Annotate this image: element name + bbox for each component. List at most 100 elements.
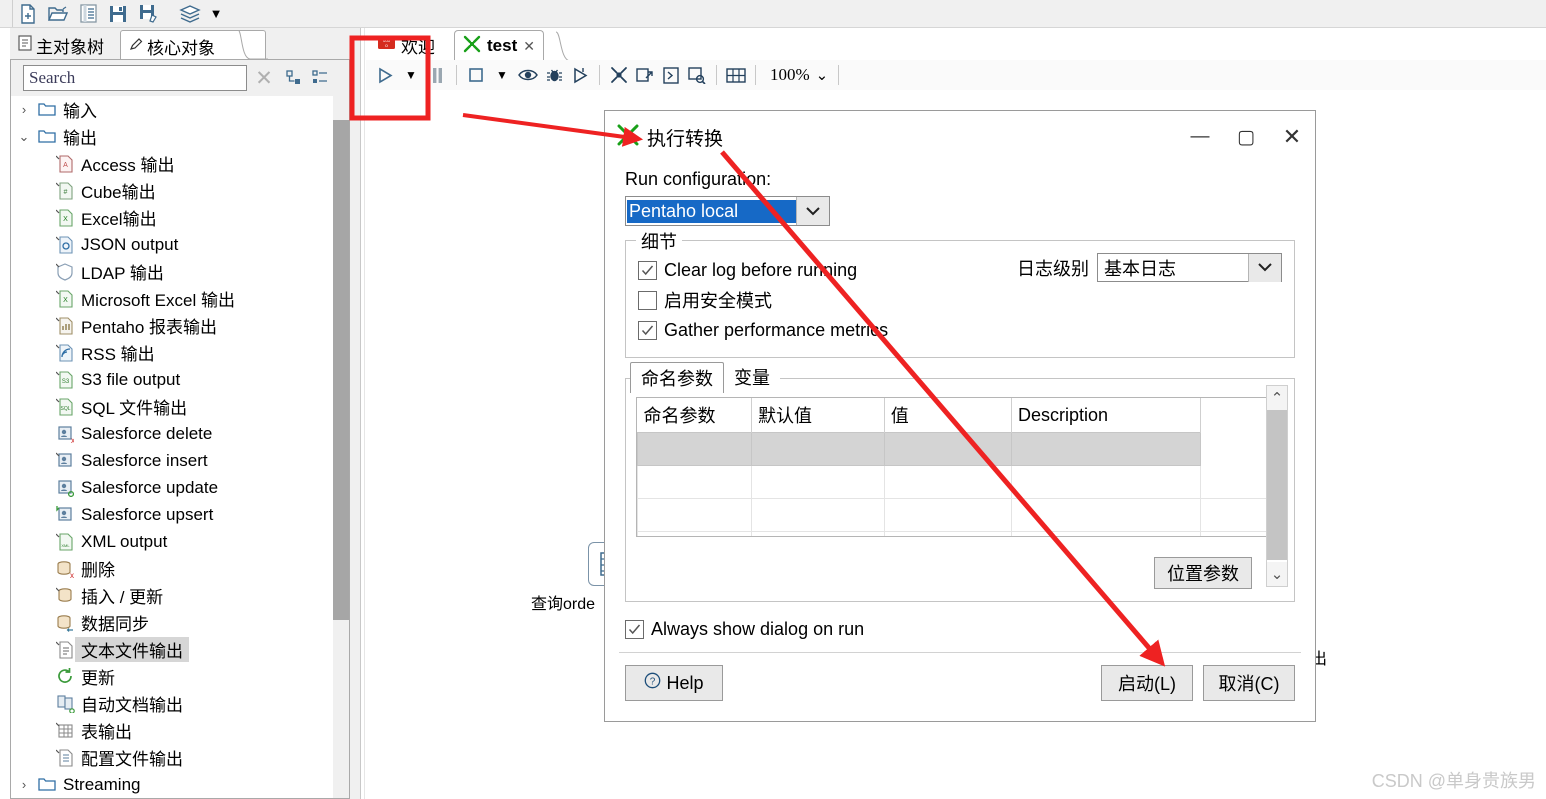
chevron-down-icon[interactable] — [796, 197, 829, 225]
tree-item-11[interactable]: SQL SQL 文件输出 — [11, 393, 333, 420]
editor-tab-test[interactable]: test ✕ — [454, 30, 544, 61]
table-cell[interactable] — [1011, 498, 1201, 532]
tree-item-14[interactable]: Salesforce update — [11, 474, 333, 501]
column-header-description[interactable]: Description — [1011, 398, 1201, 433]
table-cell[interactable] — [883, 432, 1013, 466]
search-input[interactable] — [23, 65, 247, 91]
dialog-titlebar[interactable]: 执行转换 — ▢ ✕ — [605, 111, 1315, 163]
tab-main-object-tree[interactable]: 主对象树 — [10, 30, 136, 60]
tree-item-0[interactable]: › 输入 — [11, 96, 333, 123]
tree-item-24[interactable]: 配置文件输出 — [11, 744, 333, 771]
open-folder-icon[interactable] — [43, 2, 73, 26]
table-row[interactable] — [637, 498, 1280, 532]
tree-item-18[interactable]: 插入 / 更新 — [11, 582, 333, 609]
debug-button[interactable] — [541, 62, 567, 88]
tree-item-12[interactable]: x Salesforce delete — [11, 420, 333, 447]
tree-item-10[interactable]: S3 S3 file output — [11, 366, 333, 393]
tree-item-15[interactable]: Salesforce upsert — [11, 501, 333, 528]
help-button[interactable]: ? Help — [625, 665, 723, 701]
tree-item-7[interactable]: X Microsoft Excel 输出 — [11, 285, 333, 312]
explorer-icon[interactable] — [73, 2, 103, 26]
tree-scrollbar-thumb[interactable] — [333, 120, 349, 620]
table-cell[interactable] — [1011, 432, 1201, 466]
column-header-default[interactable]: 默认值 — [751, 398, 885, 433]
tree-item-19[interactable]: 数据同步 — [11, 609, 333, 636]
zoom-level-combo[interactable]: 100% ⌄ — [762, 63, 832, 87]
table-cell[interactable] — [1011, 531, 1201, 536]
maximize-button[interactable]: ▢ — [1223, 115, 1269, 159]
stop-button[interactable] — [463, 62, 489, 88]
table-cell[interactable] — [637, 498, 753, 532]
tree-item-25[interactable]: › Streaming — [11, 771, 333, 798]
tab-variables[interactable]: 变量 — [724, 362, 780, 392]
table-cell[interactable] — [883, 531, 1013, 536]
table-cell[interactable] — [637, 432, 753, 466]
parameters-table[interactable]: 命名参数 默认值 值 Description — [637, 398, 1280, 536]
new-file-icon[interactable] — [13, 2, 43, 26]
pause-button[interactable] — [424, 62, 450, 88]
save-icon[interactable] — [103, 2, 133, 26]
table-cell[interactable] — [751, 498, 885, 532]
editor-tab-welcome[interactable]: ooo o 欢迎 — [370, 30, 443, 60]
parameters-vertical-scrollbar[interactable]: ⌃ ⌄ — [1266, 385, 1288, 587]
tree-item-9[interactable]: RSS 输出 — [11, 339, 333, 366]
tree-vertical-scrollbar[interactable] — [333, 96, 349, 798]
safe-mode-checkbox[interactable]: 启用安全模式 — [638, 285, 1282, 315]
tree-item-13[interactable]: Salesforce insert — [11, 447, 333, 474]
close-icon[interactable]: ✕ — [1269, 115, 1315, 159]
parameters-table-wrap[interactable]: 命名参数 默认值 值 Description — [636, 397, 1281, 537]
table-cell[interactable] — [751, 465, 885, 499]
always-show-dialog-checkbox[interactable]: Always show dialog on run — [625, 614, 1295, 644]
show-grid-button[interactable] — [723, 62, 749, 88]
column-header-name[interactable]: 命名参数 — [637, 398, 753, 433]
table-cell[interactable] — [637, 465, 753, 499]
table-cell[interactable] — [1011, 465, 1201, 499]
preview-button[interactable] — [515, 62, 541, 88]
tree-item-20[interactable]: 文本文件输出 — [11, 636, 333, 663]
table-cell[interactable] — [883, 498, 1013, 532]
close-icon[interactable]: ✕ — [523, 38, 535, 55]
cancel-button[interactable]: 取消(C) — [1203, 665, 1295, 701]
perspective-dropdown-caret[interactable]: ▼ — [205, 2, 227, 26]
scrollbar-thumb[interactable] — [1267, 410, 1287, 560]
run-button[interactable] — [372, 62, 398, 88]
tree-item-4[interactable]: X Excel输出 — [11, 204, 333, 231]
tab-named-parameters[interactable]: 命名参数 — [630, 362, 724, 393]
run-options-dropdown[interactable]: ▼ — [398, 62, 424, 88]
tree-item-2[interactable]: A Access 输出 — [11, 150, 333, 177]
perspective-icon[interactable] — [175, 2, 205, 26]
expand-all-icon[interactable] — [281, 64, 307, 92]
gather-metrics-checkbox[interactable]: Gather performance metrics — [638, 315, 1282, 345]
panel-divider-1[interactable] — [360, 28, 361, 799]
tree-item-21[interactable]: 更新 — [11, 663, 333, 690]
chevron-right-icon[interactable]: › — [13, 102, 35, 117]
verify-button[interactable] — [606, 62, 632, 88]
table-row[interactable] — [637, 465, 1280, 499]
stop-options-dropdown[interactable]: ▼ — [489, 62, 515, 88]
generate-sql-button[interactable] — [658, 62, 684, 88]
table-cell[interactable] — [637, 531, 753, 536]
run-configuration-combo[interactable]: Pentaho local — [625, 196, 830, 226]
tree-item-8[interactable]: Pentaho 报表输出 — [11, 312, 333, 339]
clear-search-icon[interactable]: ✕ — [247, 63, 281, 93]
core-objects-tree[interactable]: › 输入 ⌄ 输出 A Access 输出 # Cube输出 X Excel输出 JSON outp… — [11, 96, 333, 798]
tree-item-16[interactable]: XML XML output — [11, 528, 333, 555]
collapse-all-icon[interactable] — [307, 64, 333, 92]
tree-item-5[interactable]: JSON output — [11, 231, 333, 258]
table-cell[interactable] — [751, 531, 885, 536]
save-as-icon[interactable] — [133, 2, 163, 26]
replay-button[interactable] — [567, 62, 593, 88]
tree-item-23[interactable]: 表输出 — [11, 717, 333, 744]
minimize-button[interactable]: — — [1177, 115, 1223, 159]
chevron-right-icon[interactable]: › — [13, 777, 35, 792]
table-row[interactable] — [637, 531, 1280, 536]
start-button[interactable]: 启动(L) — [1101, 665, 1193, 701]
impact-analysis-button[interactable] — [632, 62, 658, 88]
column-header-value[interactable]: 值 — [884, 398, 1013, 433]
chevron-down-icon[interactable] — [1248, 253, 1281, 282]
scroll-up-icon[interactable]: ⌃ — [1267, 386, 1287, 410]
tree-item-1[interactable]: ⌄ 输出 — [11, 123, 333, 150]
table-row[interactable] — [637, 432, 1280, 466]
explore-database-button[interactable] — [684, 62, 710, 88]
table-cell[interactable] — [751, 432, 885, 466]
